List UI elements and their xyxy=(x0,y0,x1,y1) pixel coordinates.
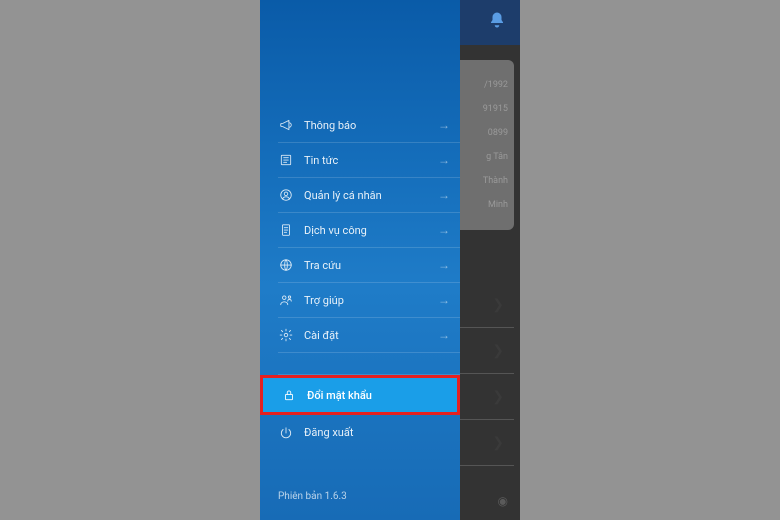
menu-item-notifications[interactable]: Thông báo → xyxy=(278,108,460,143)
chevron-right-icon: ❯ xyxy=(492,343,504,359)
menu-item-personal[interactable]: Quản lý cá nhân → xyxy=(278,178,460,213)
profile-address-fragment-1: g Tân xyxy=(460,148,508,166)
chevron-right-icon: ❯ xyxy=(492,435,504,451)
menu-label: Tin tức xyxy=(304,154,428,167)
menu-label: Đăng xuất xyxy=(304,426,450,439)
profile-id-fragment: 91915 xyxy=(460,100,508,118)
megaphone-icon xyxy=(278,117,294,133)
background-list: ❯ ❯ ❯ ❯ xyxy=(454,282,514,466)
globe-icon xyxy=(278,257,294,273)
arrow-right-icon: → xyxy=(438,328,450,342)
menu-item-lookup[interactable]: Tra cứu → xyxy=(278,248,460,283)
menu-separator xyxy=(278,353,460,375)
help-icon xyxy=(278,292,294,308)
arrow-right-icon: → xyxy=(438,293,450,307)
arrow-right-icon: → xyxy=(438,258,450,272)
power-icon xyxy=(278,425,294,441)
profile-card-fragment: /1992 91915 0899 g Tân Thành Minh xyxy=(454,60,514,230)
menu-label: Dịch vụ công xyxy=(304,224,428,237)
menu-item-news[interactable]: Tin tức → xyxy=(278,143,460,178)
menu-item-public-service[interactable]: Dịch vụ công → xyxy=(278,213,460,248)
drawer-footer: Phiên bản 1.6.3 xyxy=(260,477,460,520)
lock-icon xyxy=(281,387,297,403)
menu-item-change-password[interactable]: Đổi mật khẩu xyxy=(260,375,460,415)
user-badge-icon xyxy=(278,187,294,203)
drawer-header xyxy=(260,0,460,108)
list-item[interactable]: ❯ xyxy=(454,374,514,420)
menu-label: Thông báo xyxy=(304,119,428,132)
menu-item-help[interactable]: Trợ giúp → xyxy=(278,283,460,318)
menu-label: Tra cứu xyxy=(304,259,428,272)
footer-icon: ◉ xyxy=(498,494,508,508)
profile-phone-fragment: 0899 xyxy=(460,124,508,142)
menu-item-settings[interactable]: Cài đặt → xyxy=(278,318,460,353)
list-item[interactable]: ❯ xyxy=(454,328,514,374)
arrow-right-icon: → xyxy=(438,118,450,132)
drawer-menu: Thông báo → Tin tức → Quản lý cá nhân → xyxy=(260,108,460,477)
profile-dob-fragment: /1992 xyxy=(460,76,508,94)
newspaper-icon xyxy=(278,152,294,168)
side-drawer: Thông báo → Tin tức → Quản lý cá nhân → xyxy=(260,0,460,520)
chevron-right-icon: ❯ xyxy=(492,389,504,405)
menu-label: Quản lý cá nhân xyxy=(304,189,428,202)
profile-address-fragment-2: Thành xyxy=(460,172,508,190)
document-icon xyxy=(278,222,294,238)
gear-icon xyxy=(278,327,294,343)
list-item[interactable]: ❯ xyxy=(454,420,514,466)
arrow-right-icon: → xyxy=(438,153,450,167)
menu-label: Cài đặt xyxy=(304,329,428,342)
arrow-right-icon: → xyxy=(438,223,450,237)
version-label: Phiên bản 1.6.3 xyxy=(278,491,347,502)
menu-label: Trợ giúp xyxy=(304,294,428,307)
arrow-right-icon: → xyxy=(438,188,450,202)
phone-frame: /1992 91915 0899 g Tân Thành Minh ❯ ❯ ❯ … xyxy=(260,0,520,520)
menu-label: Đổi mật khẩu xyxy=(307,389,447,402)
profile-address-fragment-3: Minh xyxy=(460,196,508,214)
menu-item-logout[interactable]: Đăng xuất xyxy=(278,415,460,450)
bell-icon[interactable] xyxy=(488,11,506,34)
phone-screen: /1992 91915 0899 g Tân Thành Minh ❯ ❯ ❯ … xyxy=(260,0,520,520)
list-item[interactable]: ❯ xyxy=(454,282,514,328)
chevron-right-icon: ❯ xyxy=(492,297,504,313)
